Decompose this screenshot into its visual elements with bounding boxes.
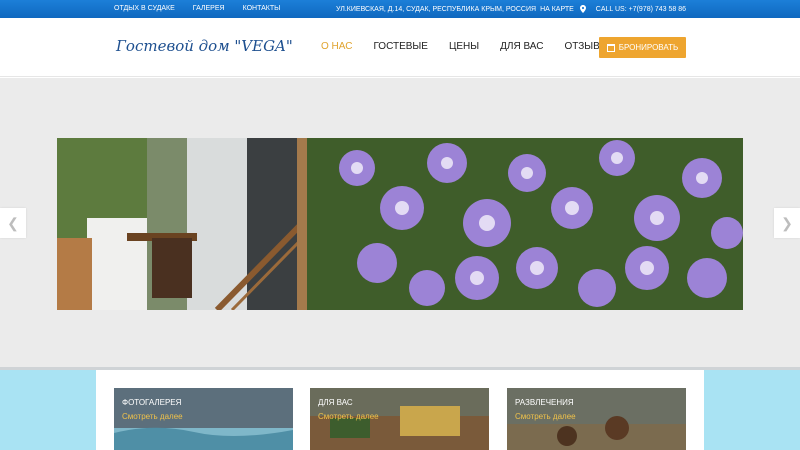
slider-prev-button[interactable]: ❮ [0, 208, 26, 238]
slide-image [57, 138, 743, 310]
nav-item-rooms[interactable]: Гостевые [373, 41, 428, 52]
top-link-gallery[interactable]: Галерея [193, 5, 225, 12]
nav-item-prices[interactable]: Цены [449, 41, 479, 52]
phone-text[interactable]: CALL US: +7(978) 743 58 86 [596, 6, 686, 13]
hero-slider: ❮ ❯ [0, 78, 800, 379]
top-bar: Отдых в Судаке Галерея Контакты ул.Киевс… [0, 0, 800, 18]
site-logo[interactable]: Гостевой дом "VEGA" [116, 37, 293, 55]
top-link-otdyh[interactable]: Отдых в Судаке [114, 5, 175, 12]
top-link-contacts[interactable]: Контакты [243, 5, 281, 12]
card-for-you-more[interactable]: Смотреть далее [318, 412, 379, 421]
site-header: Гостевой дом "VEGA" О нас Гостевые Цены … [0, 18, 800, 77]
book-button[interactable]: Бронировать [599, 37, 686, 58]
address-text: ул.Киевская, д.14, Судак, Республика Кры… [336, 5, 537, 13]
features-section: Фотогалерея Смотреть далее Для Вас Смотр… [0, 370, 800, 450]
card-for-you[interactable]: Для Вас Смотреть далее [310, 388, 489, 450]
book-button-label: Бронировать [618, 43, 679, 52]
features-container: Фотогалерея Смотреть далее Для Вас Смотр… [96, 370, 704, 450]
card-entertainment[interactable]: Развлечения Смотреть далее [507, 388, 686, 450]
map-link[interactable]: на карте [540, 6, 574, 13]
card-entertainment-more[interactable]: Смотреть далее [515, 412, 576, 421]
calendar-icon [606, 43, 615, 52]
map-pin-icon [579, 5, 586, 13]
top-contact: ул.Киевская, д.14, Судак, Республика Кры… [336, 5, 686, 13]
slide-photo [57, 138, 743, 310]
card-for-you-title: Для Вас [318, 398, 353, 407]
main-nav: О нас Гостевые Цены Для Вас Отзывы [321, 41, 630, 52]
chevron-right-icon: ❯ [781, 214, 793, 231]
top-links: Отдых в Судаке Галерея Контакты [114, 5, 280, 12]
card-gallery[interactable]: Фотогалерея Смотреть далее [114, 388, 293, 450]
nav-item-for-you[interactable]: Для Вас [500, 41, 543, 52]
card-gallery-more[interactable]: Смотреть далее [122, 412, 183, 421]
slider-next-button[interactable]: ❯ [774, 208, 800, 238]
nav-item-about[interactable]: О нас [321, 41, 352, 52]
chevron-left-icon: ❮ [7, 214, 19, 231]
card-gallery-title: Фотогалерея [122, 398, 182, 407]
card-entertainment-title: Развлечения [515, 398, 574, 407]
